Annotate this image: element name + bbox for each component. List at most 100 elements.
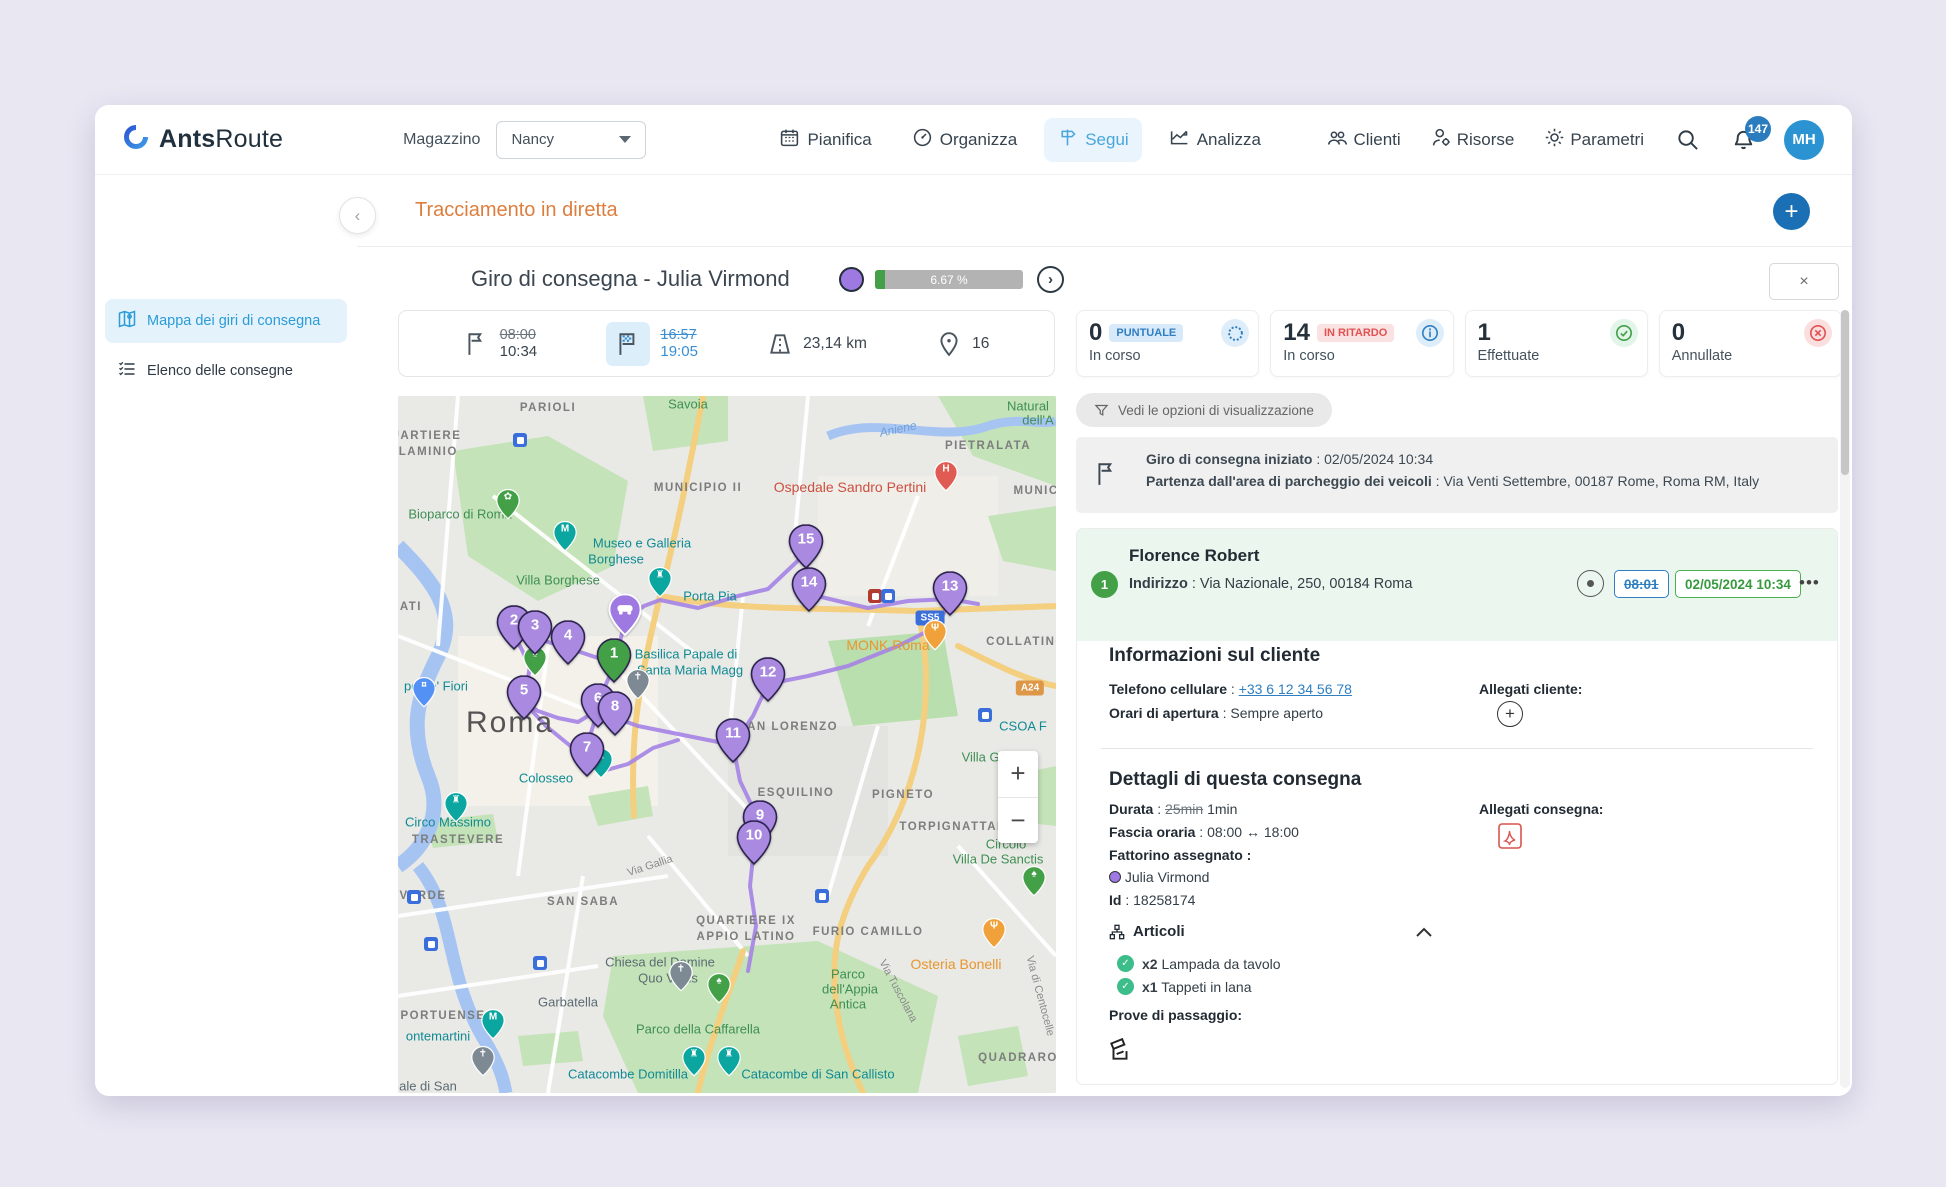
status-card-in-ritardo: 14IN RITARDOIn corso — [1270, 310, 1453, 377]
nav-item-analizza[interactable]: Analizza — [1156, 118, 1274, 162]
customer-name: Florence Robert — [1129, 546, 1259, 566]
map-label: Catacombe Domitilla — [568, 1067, 688, 1082]
warehouse-label: Magazzino — [403, 131, 480, 149]
add-button[interactable]: + — [1773, 193, 1810, 230]
gear-icon — [1544, 127, 1565, 153]
map-label: UARTIERE — [398, 430, 461, 442]
poi-pin[interactable]: M — [481, 1009, 505, 1040]
phone-link[interactable]: +33 6 12 34 56 78 — [1239, 681, 1352, 697]
next-route-button[interactable]: › — [1037, 266, 1064, 293]
signature-proof-icon[interactable] — [1107, 1037, 1133, 1068]
stop-marker-10[interactable]: 10 — [736, 819, 772, 865]
stop-marker-3[interactable]: 3 — [517, 609, 553, 655]
items-icon — [1109, 924, 1125, 940]
brand-logo[interactable]: AntsRoute — [121, 122, 283, 157]
map-label: CSOA F — [999, 719, 1047, 734]
route-header: Giro di consegna - Julia Virmond 6.67 % … — [357, 247, 1067, 311]
nav-item-clienti[interactable]: Clienti — [1325, 121, 1402, 159]
stop-marker-11[interactable]: 11 — [715, 717, 751, 763]
stop-marker-7[interactable]: 7 — [569, 731, 605, 777]
funnel-icon — [1094, 403, 1109, 418]
zoom-in-button[interactable]: + — [998, 751, 1038, 798]
transit-station-icon — [513, 433, 527, 447]
stop-marker-12[interactable]: 12 — [750, 656, 786, 702]
map-label: dell'A — [1022, 413, 1053, 428]
nav-item-pianifica[interactable]: Pianifica — [766, 118, 884, 162]
pdf-attachment-icon[interactable] — [1498, 823, 1522, 849]
user-avatar[interactable]: MH — [1784, 120, 1824, 160]
map-label: Colosseo — [519, 771, 573, 786]
poi-pin[interactable]: ♠ — [1022, 866, 1046, 897]
locate-stop-icon[interactable] — [1577, 570, 1604, 597]
map-label: Via Tuscolana — [877, 958, 920, 1024]
sidebar: Mappa dei giri di consegna Elenco delle c… — [95, 175, 357, 1096]
map-canvas[interactable]: PARIOLIUARTIEREFLAMINIOMUNICIPIO IIPIETR… — [398, 396, 1056, 1093]
poi-pin[interactable]: M — [553, 521, 577, 552]
poi-pin[interactable]: ♠ — [707, 973, 731, 1004]
more-options-button[interactable]: ••• — [1799, 573, 1820, 593]
close-panel-button[interactable]: × — [1769, 263, 1839, 300]
poi-pin[interactable]: ♜ — [648, 567, 672, 598]
map-label: MUNICIPIO II — [654, 482, 742, 494]
secondary-nav: Clienti Risorse Parametri 147 MH — [1325, 120, 1824, 160]
map-label: TRASTEVERE — [412, 834, 504, 846]
courier-row: Julia Virmond — [1109, 869, 1209, 885]
pin-icon — [936, 331, 962, 357]
people-icon — [1327, 127, 1348, 153]
poi-pin[interactable]: Ψ — [982, 918, 1006, 949]
poi-pin[interactable]: ♜ — [444, 792, 468, 823]
nav-item-organizza[interactable]: Organizza — [899, 118, 1030, 162]
poi-pin[interactable]: ✝ — [471, 1046, 495, 1077]
zoom-out-button[interactable]: − — [998, 798, 1038, 844]
nav-item-risorse[interactable]: Risorse — [1429, 121, 1517, 159]
warehouse-select[interactable]: Nancy — [496, 121, 646, 159]
stop-marker-1[interactable]: 1 — [596, 637, 632, 683]
nav-item-parametri[interactable]: Parametri — [1542, 121, 1646, 159]
poi-pin[interactable]: ✝ — [669, 961, 693, 992]
delivery-detail-card: 1 Florence Robert Indirizzo : Via Nazion… — [1076, 528, 1838, 1085]
poi-pin[interactable]: ♜ — [682, 1046, 706, 1077]
brand-name: AntsRoute — [159, 125, 283, 154]
stop-marker-8[interactable]: 8 — [597, 690, 633, 736]
nav-item-segui[interactable]: Segui — [1044, 118, 1141, 162]
progress-percent: 6.67 % — [875, 270, 1023, 289]
map-label: Via Gallia — [626, 853, 674, 879]
articles-header[interactable]: Articoli — [1109, 923, 1185, 940]
delivery-attachments-label: Allegati consegna: — [1479, 801, 1603, 817]
poi-pin[interactable]: H — [934, 461, 958, 492]
map-label: MONK Roma — [846, 637, 929, 653]
status-card-annullate: 0Annullate — [1659, 310, 1842, 377]
notifications-badge: 147 — [1745, 116, 1771, 142]
sidebar-item[interactable]: Elenco delle consegne — [105, 349, 347, 393]
poi-pin[interactable]: Ψ — [923, 620, 947, 651]
display-options-filter[interactable]: Vedi le opzioni di visualizzazione — [1076, 393, 1332, 427]
collapse-articles-button[interactable] — [1415, 925, 1433, 943]
stop-marker-15[interactable]: 15 — [788, 523, 824, 569]
poi-pin[interactable]: ¤ — [412, 677, 436, 708]
map-label: Porta Pia — [683, 589, 736, 604]
route-title: Giro di consegna - Julia Virmond — [471, 266, 790, 292]
poi-pin[interactable]: ♜ — [717, 1046, 741, 1077]
stop-marker-14[interactable]: 14 — [791, 566, 827, 612]
poi-pin[interactable]: ✿ — [496, 489, 520, 520]
map-label: Catacombe di San Callisto — [741, 1067, 894, 1082]
search-button[interactable] — [1672, 125, 1702, 155]
panel-scrollbar[interactable] — [1840, 310, 1850, 1088]
planned-time-badge: 08:01 — [1614, 570, 1669, 598]
proof-label: Prove di passaggio: — [1109, 1007, 1242, 1023]
map-label: Borghese — [588, 552, 644, 567]
sidebar-item[interactable]: Mappa dei giri di consegna — [105, 299, 347, 343]
stop-marker-5[interactable]: 5 — [506, 674, 542, 720]
article-item: ✓x1 Tappeti in lana — [1117, 978, 1252, 995]
map-label: ale di San — [399, 1079, 457, 1094]
map-label: PORTUENSE — [400, 1010, 485, 1022]
stop-marker-4[interactable]: 4 — [550, 619, 586, 665]
map-label: Museo e Galleria — [593, 536, 691, 551]
notifications-button[interactable]: 147 — [1728, 125, 1758, 155]
map-label: dell'Appia — [822, 982, 878, 997]
add-attachment-button[interactable]: + — [1497, 701, 1523, 727]
vehicle-marker[interactable] — [608, 593, 642, 637]
status-card-effettuate: 1Effettuate — [1465, 310, 1648, 377]
stop-marker-13[interactable]: 13 — [932, 570, 968, 616]
back-button[interactable]: ‹ — [339, 197, 376, 234]
